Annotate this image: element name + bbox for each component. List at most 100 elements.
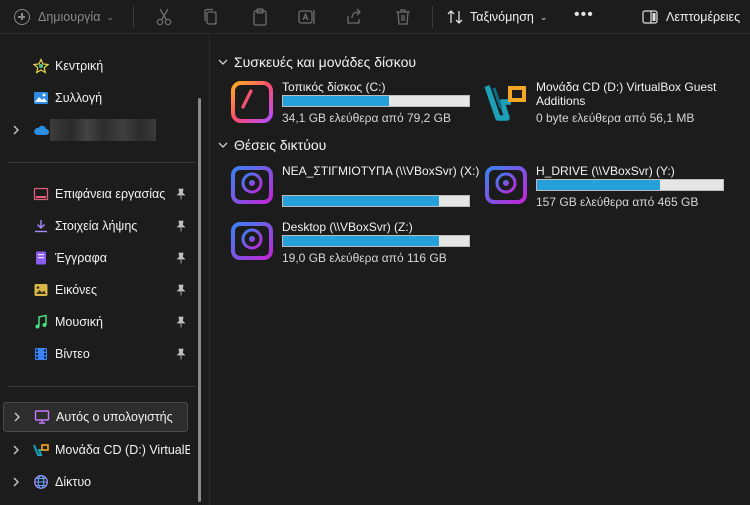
paste-icon[interactable] (250, 7, 270, 27)
nav-item-label: Αυτός ο υπολογιστής (56, 410, 173, 424)
section-title: Θέσεις δικτύου (234, 137, 327, 153)
drive-free-space: 19,0 GB ελεύθερα από 116 GB (282, 251, 447, 265)
drive-network-y[interactable]: H_DRIVE (\\VBoxSvr) (Y:) 157 GB ελεύθερα… (484, 164, 734, 212)
music-icon (35, 314, 47, 329)
virtualbox-cd-icon (33, 444, 49, 456)
drive-name: Desktop (\\VBoxSvr) (Z:) (282, 220, 413, 234)
drive-name: Τοπικός δίσκος (C:) (282, 80, 386, 94)
virtualbox-cd-icon (484, 85, 526, 121)
share-icon[interactable] (344, 7, 364, 27)
drive-usage-fill (283, 96, 390, 106)
copy-icon[interactable] (201, 7, 221, 27)
sort-arrows-icon (447, 10, 463, 24)
network-drive-icon (485, 166, 527, 204)
drive-network-x[interactable]: ΝΕΑ_ΣΤΙΓΜΙΟΤΥΠΑ (\\VBoxSvr) (X:) (230, 164, 480, 212)
drive-usage-fill (537, 180, 660, 190)
new-button[interactable]: Δημιουργία ⌄ (14, 3, 114, 31)
network-drive-icon (231, 222, 273, 260)
pictures-icon (34, 284, 48, 296)
nav-divider (8, 386, 196, 387)
network-drive-icon (231, 166, 273, 204)
drive-name: ΝΕΑ_ΣΤΙΓΜΙΟΤΥΠΑ (\\VBoxSvr) (X:) (282, 164, 480, 178)
details-pane-button[interactable]: Λεπτομέρειες (642, 3, 740, 31)
nav-item-label: Μουσική (55, 315, 103, 329)
chevron-down-icon: ⌄ (106, 11, 114, 22)
drive-free-space: 0 byte ελεύθερα από 56,1 MB (536, 111, 695, 125)
chevron-down-icon: ⌄ (539, 11, 548, 22)
nav-item-label: Μονάδα CD (D:) VirtualBox Guest Addition… (55, 443, 190, 457)
nav-item-label: Επιφάνεια εργασίας (55, 187, 166, 201)
this-pc-icon (34, 410, 50, 424)
network-icon (34, 475, 48, 489)
drive-usage-bar (282, 95, 470, 107)
nav-item-network[interactable]: Δίκτυο (0, 468, 200, 496)
nav-item-virtualbox-cd[interactable]: Μονάδα CD (D:) VirtualBox Guest Addition… (0, 436, 190, 464)
drive-free-space: 34,1 GB ελεύθερα από 79,2 GB (282, 111, 451, 125)
nav-item-pictures[interactable]: Εικόνες (0, 276, 200, 304)
command-bar: Δημιουργία ⌄ Ταξινόμηση ⌄ ••• Λεπτομέρει… (0, 0, 750, 34)
drive-virtualbox-cd-d[interactable]: Μονάδα CD (D:) VirtualBox Guest Addition… (484, 80, 734, 128)
nav-item-gallery[interactable]: Συλλογή (0, 84, 200, 112)
navigation-pane: Κεντρική Συλλογή Επιφάνεια εργασίας Στοι… (0, 42, 210, 505)
chevron-right-icon[interactable] (12, 477, 20, 487)
toolbar-divider (432, 6, 433, 28)
nav-scrollbar[interactable] (198, 98, 201, 502)
nav-item-home[interactable]: Κεντρική (0, 52, 200, 80)
downloads-icon (35, 220, 47, 233)
nav-item-onedrive[interactable] (0, 116, 200, 144)
chevron-down-icon (218, 142, 228, 148)
nav-item-desktop[interactable]: Επιφάνεια εργασίας (0, 180, 200, 208)
sort-button[interactable]: Ταξινόμηση ⌄ (446, 3, 547, 31)
drive-free-space: 157 GB ελεύθερα από 465 GB (536, 195, 699, 209)
nav-item-documents[interactable]: Έγγραφα (0, 244, 200, 272)
pin-icon[interactable] (176, 188, 186, 200)
drive-name: Μονάδα CD (D:) VirtualBox Guest Addition… (536, 80, 717, 108)
drive-usage-bar (282, 195, 470, 207)
nav-item-videos[interactable]: Βίντεο (0, 340, 200, 368)
content-pane: Συσκευές και μονάδες δίσκου Τοπικός δίσκ… (210, 34, 750, 505)
onedrive-cloud-icon (34, 125, 49, 135)
delete-icon[interactable] (393, 7, 413, 27)
nav-item-label: Εικόνες (55, 283, 98, 297)
drive-usage-bar (536, 179, 724, 191)
toolbar-divider (133, 6, 134, 28)
pin-icon[interactable] (176, 284, 186, 296)
chevron-down-icon (218, 59, 228, 65)
drive-usage-bar (282, 235, 470, 247)
home-icon (33, 58, 49, 74)
chevron-right-icon[interactable] (12, 125, 20, 135)
nav-divider (8, 162, 196, 163)
new-button-label: Δημιουργία (38, 10, 101, 24)
nav-item-label: Δίκτυο (55, 475, 92, 489)
pin-icon[interactable] (176, 316, 186, 328)
details-pane-icon (642, 10, 658, 24)
sort-button-label: Ταξινόμηση (470, 10, 534, 24)
nav-item-music[interactable]: Μουσική (0, 308, 200, 336)
rename-icon[interactable] (297, 7, 317, 27)
chevron-right-icon[interactable] (13, 412, 21, 422)
documents-icon (36, 251, 46, 265)
more-options-icon[interactable]: ••• (574, 7, 594, 23)
network-section-header[interactable]: Θέσεις δικτύου (218, 135, 326, 155)
drive-name: H_DRIVE (\\VBoxSvr) (Y:) (536, 164, 675, 178)
drive-local-c[interactable]: Τοπικός δίσκος (C:) 34,1 GB ελεύθερα από… (230, 80, 480, 128)
plus-icon (14, 9, 30, 25)
pin-icon[interactable] (176, 348, 186, 360)
nav-item-label: Έγγραφα (55, 251, 107, 265)
drive-usage-fill (283, 236, 440, 246)
chevron-right-icon[interactable] (12, 445, 20, 455)
nav-item-this-pc[interactable]: Αυτός ο υπολογιστής (3, 402, 188, 432)
desktop-folder-icon (33, 187, 49, 201)
pin-icon[interactable] (176, 252, 186, 264)
videos-icon (35, 348, 47, 360)
devices-section-header[interactable]: Συσκευές και μονάδες δίσκου (218, 52, 416, 72)
cut-icon[interactable] (154, 7, 174, 27)
nav-item-downloads[interactable]: Στοιχεία λήψης (0, 212, 200, 240)
nav-item-label: Συλλογή (55, 91, 103, 105)
local-disk-icon (231, 81, 273, 123)
pin-icon[interactable] (176, 220, 186, 232)
nav-item-label: Βίντεο (55, 347, 90, 361)
drive-network-z[interactable]: Desktop (\\VBoxSvr) (Z:) 19,0 GB ελεύθερ… (230, 220, 480, 268)
details-pane-label: Λεπτομέρειες (666, 10, 741, 24)
drive-usage-fill (283, 196, 440, 206)
